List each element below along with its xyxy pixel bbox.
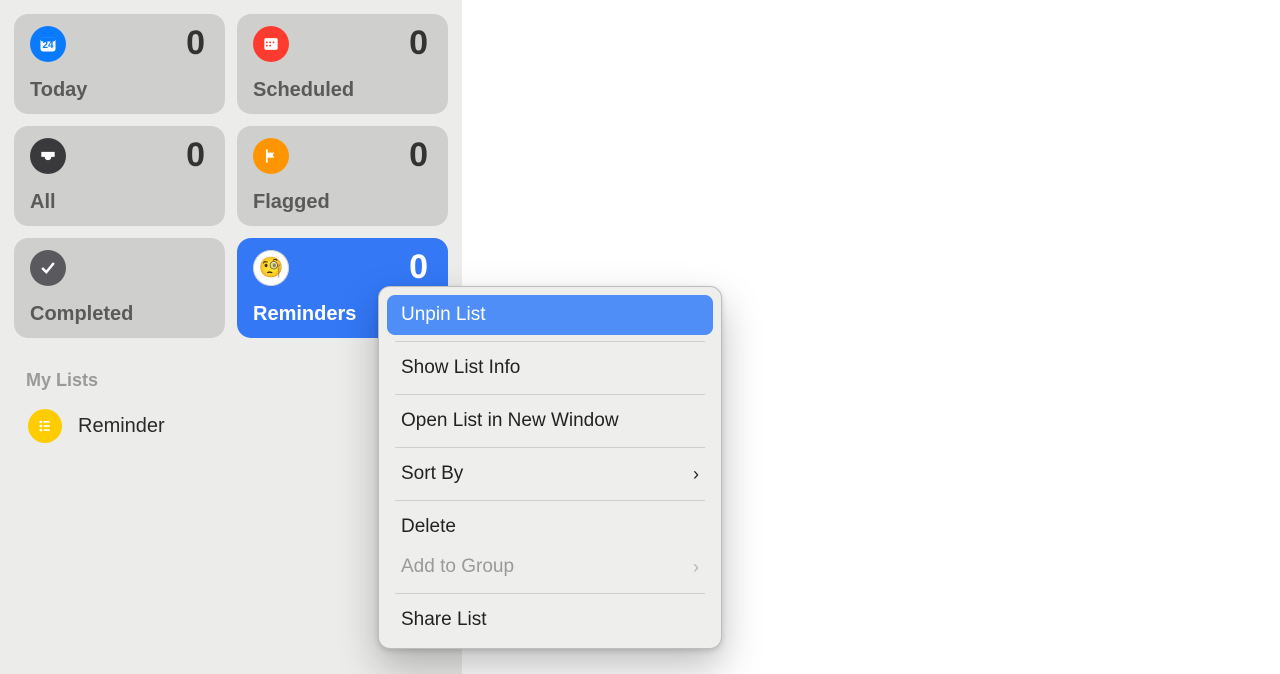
ctx-info-label: Show List Info	[401, 357, 520, 379]
tray-icon	[30, 138, 66, 174]
card-today[interactable]: 24 0 Today	[14, 14, 225, 114]
card-flagged[interactable]: 0 Flagged	[237, 126, 448, 226]
calendar-today-icon: 24	[30, 26, 66, 62]
ctx-add-to-group: Add to Group ›	[387, 547, 713, 587]
card-today-count: 0	[186, 24, 205, 63]
ctx-unpin-list[interactable]: Unpin List	[387, 295, 713, 335]
calendar-icon	[253, 26, 289, 62]
divider	[395, 394, 705, 395]
card-all-count: 0	[186, 136, 205, 175]
card-scheduled-count: 0	[409, 24, 428, 63]
ctx-share-label: Share List	[401, 609, 487, 631]
context-menu: Unpin List Show List Info Open List in N…	[378, 286, 722, 649]
card-completed-label: Completed	[30, 303, 133, 326]
card-reminders-count: 0	[409, 248, 428, 287]
checkmark-icon	[30, 250, 66, 286]
ctx-sort-by[interactable]: Sort By ›	[387, 454, 713, 494]
list-row-label: Reminder	[78, 415, 165, 438]
ctx-sort-by-label: Sort By	[401, 463, 463, 485]
card-flagged-count: 0	[409, 136, 428, 175]
card-flagged-label: Flagged	[253, 191, 330, 214]
calendar-today-daynum: 24	[30, 40, 66, 51]
card-all-label: All	[30, 191, 56, 214]
ctx-open-window-label: Open List in New Window	[401, 410, 619, 432]
ctx-open-new-window[interactable]: Open List in New Window	[387, 401, 713, 441]
card-reminders-label: Reminders	[253, 303, 356, 326]
divider	[395, 447, 705, 448]
divider	[395, 500, 705, 501]
divider	[395, 593, 705, 594]
ctx-unpin-label: Unpin List	[401, 304, 486, 326]
ctx-delete[interactable]: Delete	[387, 507, 713, 547]
card-all[interactable]: 0 All	[14, 126, 225, 226]
ctx-delete-label: Delete	[401, 516, 456, 538]
card-completed[interactable]: Completed	[14, 238, 225, 338]
ctx-show-list-info[interactable]: Show List Info	[387, 348, 713, 388]
list-emoji-icon: 🧐	[253, 250, 289, 286]
flag-icon	[253, 138, 289, 174]
divider	[395, 341, 705, 342]
card-scheduled[interactable]: 0 Scheduled	[237, 14, 448, 114]
card-today-label: Today	[30, 79, 87, 102]
card-scheduled-label: Scheduled	[253, 79, 354, 102]
chevron-right-icon: ›	[693, 464, 699, 485]
ctx-share-list[interactable]: Share List	[387, 600, 713, 640]
chevron-right-icon: ›	[693, 557, 699, 578]
list-bullet-icon	[28, 409, 62, 443]
ctx-add-group-label: Add to Group	[401, 556, 514, 578]
